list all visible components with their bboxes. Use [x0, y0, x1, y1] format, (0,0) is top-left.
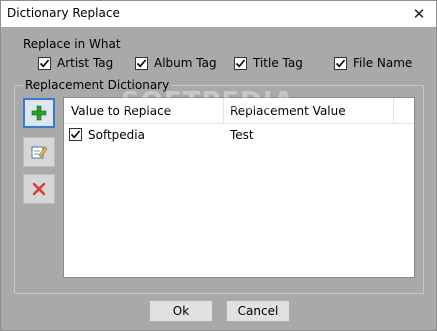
close-button[interactable]: ✕	[402, 1, 436, 27]
window-title: Dictionary Replace	[7, 6, 120, 20]
checkmark-icon	[39, 58, 50, 67]
column-header-value[interactable]: Value to Replace	[71, 104, 171, 118]
dictionary-replace-window: Dictionary Replace ✕ Replace in What Art…	[0, 0, 437, 331]
artist-tag-checkbox[interactable]: Artist Tag	[38, 56, 113, 70]
album-tag-checkbox[interactable]: Album Tag	[135, 56, 217, 70]
delete-icon	[32, 182, 46, 196]
add-entry-button[interactable]	[23, 98, 55, 128]
checkmark-icon	[70, 130, 81, 139]
album-tag-label: Album Tag	[154, 56, 217, 70]
cell-value-to-replace: Softpedia	[88, 128, 145, 142]
close-icon: ✕	[412, 5, 426, 23]
checkbox-box	[38, 56, 51, 70]
column-header-replacement[interactable]: Replacement Value	[230, 104, 346, 118]
row-checkbox[interactable]	[69, 128, 82, 141]
cell-replacement-value: Test	[230, 128, 254, 142]
replace-in-label: Replace in What	[23, 37, 121, 51]
add-icon	[31, 105, 47, 121]
artist-tag-label: Artist Tag	[57, 56, 114, 70]
checkbox-box	[135, 56, 148, 70]
column-separator	[223, 98, 224, 124]
checkbox-box	[234, 56, 247, 70]
checkmark-icon	[235, 58, 246, 67]
delete-entry-button[interactable]	[23, 174, 55, 204]
ok-button[interactable]: Ok	[149, 300, 213, 322]
checkbox-box	[334, 56, 347, 70]
column-separator	[393, 98, 394, 124]
title-bar[interactable]: Dictionary Replace ✕	[1, 1, 436, 27]
edit-entry-button[interactable]	[23, 137, 55, 167]
list-item[interactable]: Softpedia Test	[64, 125, 414, 145]
replacement-dictionary-label: Replacement Dictionary	[23, 78, 172, 92]
file-name-label: File Name	[353, 56, 413, 70]
checkmark-icon	[136, 58, 147, 67]
dialog-body: Replace in What Artist Tag Album Tag Tit…	[1, 27, 436, 330]
edit-icon	[31, 146, 48, 159]
title-tag-label: Title Tag	[253, 56, 303, 70]
title-tag-checkbox[interactable]: Title Tag	[234, 56, 303, 70]
checkmark-icon	[335, 58, 346, 67]
cancel-button[interactable]: Cancel	[226, 300, 290, 322]
file-name-checkbox[interactable]: File Name	[334, 56, 412, 70]
list-header: Value to Replace Replacement Value	[64, 98, 414, 124]
dictionary-list[interactable]: Value to Replace Replacement Value Softp…	[63, 97, 415, 278]
